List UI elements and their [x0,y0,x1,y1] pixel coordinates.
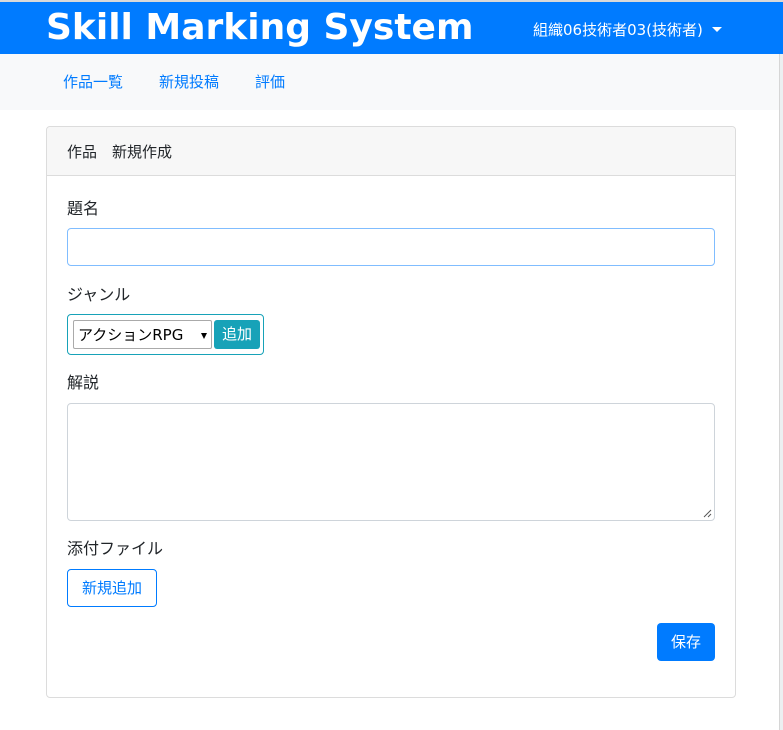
nav-link-new-post[interactable]: 新規投稿 [159,71,219,93]
dropdown-arrow-icon [201,333,207,339]
title-input[interactable] [67,228,715,266]
add-attachment-button[interactable]: 新規追加 [67,569,157,607]
attachment-label: 添付ファイル [67,539,164,558]
genre-selected-value: アクションRPG [78,326,184,344]
card-header: 作品 新規作成 [47,127,735,176]
brand-title[interactable]: Skill Marking System [46,4,473,52]
title-label: 題名 [67,199,100,218]
card-title: 作品 新規作成 [67,143,173,161]
top-navbar: Skill Marking System 組織06技術者03(技術者) [0,2,783,54]
user-menu-dropdown[interactable]: 組織06技術者03(技術者) [533,19,722,41]
description-label: 解説 [67,373,100,392]
add-genre-button[interactable]: 追加 [214,320,260,349]
save-button[interactable]: 保存 [657,623,715,661]
new-work-form-card: 作品 新規作成 題名 ジャンル アクションRPG 追加 解説 添付ファイル 新規… [46,126,736,698]
sub-navigation: 作品一覧 新規投稿 評価 [0,54,783,110]
scrollbar-track[interactable] [779,54,783,730]
nav-link-works-list[interactable]: 作品一覧 [63,71,123,93]
genre-label: ジャンル [67,285,131,304]
nav-link-evaluation[interactable]: 評価 [255,71,285,93]
resize-grip-icon[interactable] [703,509,712,518]
genre-select[interactable]: アクションRPG [73,320,212,349]
user-menu-label: 組織06技術者03(技術者) [533,21,703,39]
caret-down-icon [711,27,722,32]
description-textarea[interactable] [67,403,715,521]
genre-group: アクションRPG 追加 [67,314,264,355]
